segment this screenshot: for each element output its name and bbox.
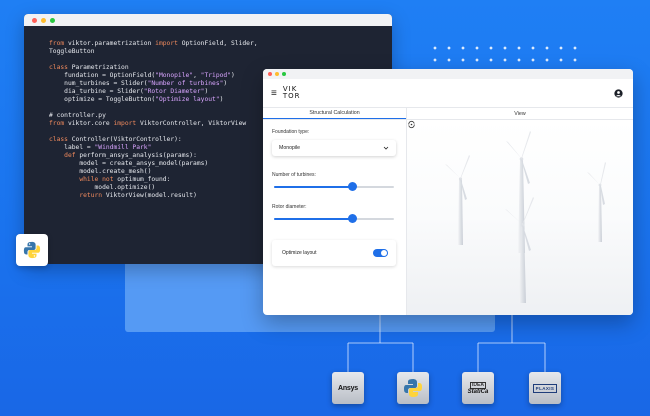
close-dot[interactable]	[268, 72, 272, 76]
viktor-logo: VIK TOR	[282, 85, 301, 100]
parameter-panel: Foundation type: Monopile Number of turb…	[263, 120, 406, 315]
viktor-app-window: ≡ VIK TOR Structural Calculation View Fo…	[263, 69, 633, 315]
optimize-layout-row: Optimize layout	[272, 240, 396, 266]
optimize-layout-toggle[interactable]	[373, 249, 388, 257]
rotor-diameter-slider[interactable]	[272, 214, 396, 224]
app-window-titlebar	[263, 69, 633, 79]
tab-view[interactable]: View	[406, 108, 633, 119]
minimize-dot[interactable]	[275, 72, 279, 76]
foundation-type-label: Foundation type:	[272, 129, 310, 135]
3d-view-panel[interactable]	[406, 120, 633, 315]
number-of-turbines-label: Number of turbines:	[272, 172, 316, 178]
maximize-dot[interactable]	[50, 17, 55, 23]
slider-thumb[interactable]	[348, 214, 358, 223]
ansys-logo-tile: Ansys	[332, 372, 364, 404]
wind-turbine	[445, 155, 470, 245]
slider-thumb[interactable]	[348, 182, 358, 191]
idea-statica-logo-tile: IDEA StatiCa	[462, 372, 494, 404]
foundation-type-select[interactable]: Monopile	[272, 140, 396, 156]
user-account-icon[interactable]	[614, 88, 623, 98]
python-logo-tile	[397, 372, 429, 404]
optimize-layout-label: Optimize layout	[282, 250, 317, 256]
python-icon	[404, 379, 422, 397]
plaxis-logo-tile: PLAXIS	[529, 372, 561, 404]
tab-bar: Structural Calculation View	[263, 108, 633, 120]
wind-turbine	[506, 131, 531, 253]
wind-turbine	[587, 162, 606, 242]
app-header: ≡ VIK TOR	[263, 79, 633, 108]
maximize-dot[interactable]	[282, 72, 286, 76]
hamburger-menu-icon[interactable]: ≡	[271, 88, 277, 99]
tab-structural-calculation[interactable]: Structural Calculation	[263, 108, 406, 119]
rotate-view-icon[interactable]	[407, 120, 416, 129]
foundation-type-value: Monopile	[279, 145, 301, 151]
chevron-down-icon	[383, 146, 389, 150]
code-window-titlebar	[24, 14, 392, 26]
minimize-dot[interactable]	[41, 17, 46, 23]
python-icon	[23, 241, 41, 259]
wind-turbine-scene	[445, 131, 606, 303]
close-dot[interactable]	[32, 17, 37, 23]
rotor-diameter-label: Rotor diameter:	[272, 204, 307, 210]
number-of-turbines-slider[interactable]	[272, 182, 396, 192]
python-badge	[16, 234, 48, 266]
